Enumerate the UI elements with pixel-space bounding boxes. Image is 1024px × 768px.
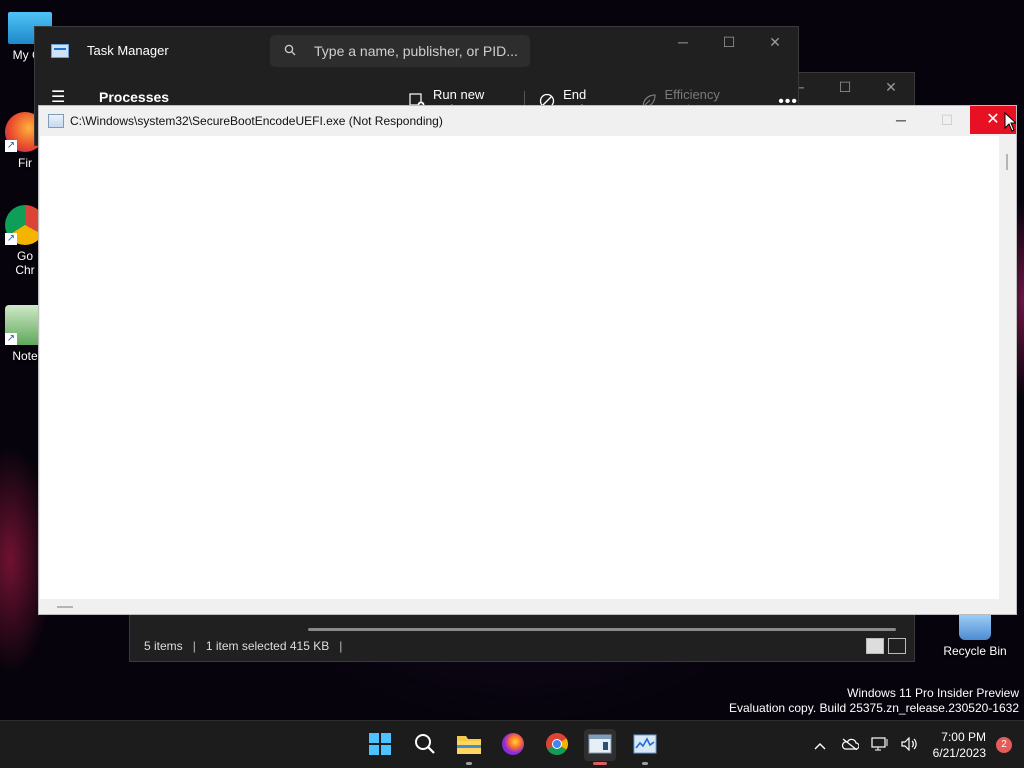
chevron-up-icon[interactable] — [805, 737, 835, 753]
taskbar-active-app[interactable] — [584, 729, 616, 765]
search-icon — [414, 733, 436, 758]
view-toggle — [866, 638, 906, 654]
taskbar-task-manager[interactable] — [629, 729, 661, 765]
status-bar: 5 items | 1 item selected 415 KB | — [130, 631, 914, 661]
taskbar-file-explorer[interactable] — [453, 729, 485, 765]
window-title: Task Manager — [87, 43, 169, 58]
folder-icon — [456, 733, 482, 758]
status-separator: | — [339, 639, 343, 653]
search-icon — [284, 43, 296, 59]
task-manager-icon — [633, 734, 657, 757]
clock-time: 7:00 PM — [941, 730, 986, 744]
not-responding-window[interactable]: C:\Windows\system32\SecureBootEncodeUEFI… — [38, 105, 1017, 615]
recycle-bin-icon — [959, 612, 991, 640]
window-caption-buttons: ─ ☐ ✕ — [660, 27, 798, 57]
hamburger-menu-icon[interactable]: ☰ — [51, 87, 65, 107]
taskbar-search-button[interactable] — [409, 729, 441, 761]
windows-logo-icon — [368, 732, 392, 759]
firefox-icon — [501, 732, 525, 759]
title-bar[interactable]: C:\Windows\system32\SecureBootEncodeUEFI… — [39, 106, 1016, 136]
onedrive-offline-icon[interactable] — [835, 737, 865, 753]
taskbar: 7:00 PM 6/21/2023 2 — [0, 720, 1024, 768]
notification-badge[interactable]: 2 — [996, 737, 1012, 753]
network-icon[interactable] — [865, 736, 895, 754]
app-window-icon — [48, 114, 64, 128]
maximize-icon[interactable]: ☐ — [822, 73, 868, 101]
maximize-icon[interactable]: ☐ — [706, 27, 752, 57]
taskbar-chrome[interactable] — [541, 729, 573, 761]
horizontal-scrollbar-thumb[interactable] — [57, 606, 73, 608]
windows-watermark: Windows 11 Pro Insider Preview Evaluatio… — [729, 686, 1019, 716]
watermark-edition: Windows 11 Pro Insider Preview — [847, 686, 1019, 700]
running-indicator — [466, 762, 472, 765]
window-title: C:\Windows\system32\SecureBootEncodeUEFI… — [70, 114, 443, 128]
scrollbar-thumb[interactable] — [1006, 154, 1008, 170]
desktop-icon-recycle-bin[interactable]: Recycle Bin — [940, 612, 1010, 658]
close-icon[interactable]: ✕ — [752, 27, 798, 57]
search-placeholder: Type a name, publisher, or PID... — [314, 43, 518, 59]
status-selection: 1 item selected 415 KB — [205, 639, 330, 653]
desktop-icon-label: Recycle Bin — [943, 644, 1007, 658]
vertical-scrollbar[interactable] — [999, 136, 1015, 599]
window-client-area — [40, 136, 1000, 599]
minimize-icon[interactable]: ─ — [660, 27, 706, 57]
running-indicator — [642, 762, 648, 765]
large-icons-view-icon[interactable] — [888, 638, 906, 654]
taskbar-firefox[interactable] — [497, 729, 529, 761]
watermark-build: Evaluation copy. Build 25375.zn_release.… — [729, 701, 1019, 715]
details-view-icon[interactable] — [866, 638, 884, 654]
shortcut-arrow-icon: ↗ — [5, 233, 17, 245]
title-bar: Task Manager — [51, 43, 169, 58]
system-tray: 7:00 PM 6/21/2023 2 — [805, 721, 1024, 768]
close-icon[interactable]: ✕ — [868, 73, 914, 101]
status-separator: | — [192, 639, 196, 653]
taskbar-clock[interactable]: 7:00 PM 6/21/2023 — [933, 729, 986, 761]
search-input[interactable]: Type a name, publisher, or PID... — [270, 35, 530, 67]
maximize-icon[interactable]: ☐ — [924, 106, 970, 134]
page-title: Processes — [99, 89, 170, 105]
volume-icon[interactable] — [895, 736, 925, 754]
start-button[interactable] — [364, 729, 396, 761]
running-indicator — [593, 762, 607, 765]
minimize-icon[interactable]: ─ — [878, 106, 924, 134]
status-item-count: 5 items — [144, 639, 183, 653]
clock-date: 6/21/2023 — [932, 746, 986, 760]
window-caption-buttons: ─ ☐ ✕ — [878, 106, 1016, 134]
mouse-cursor-icon — [1004, 111, 1018, 135]
chrome-icon — [545, 732, 569, 759]
shortcut-arrow-icon: ↗ — [5, 333, 17, 345]
app-window-icon — [588, 734, 612, 757]
task-manager-icon — [51, 43, 69, 58]
shortcut-arrow-icon: ↗ — [5, 140, 17, 152]
